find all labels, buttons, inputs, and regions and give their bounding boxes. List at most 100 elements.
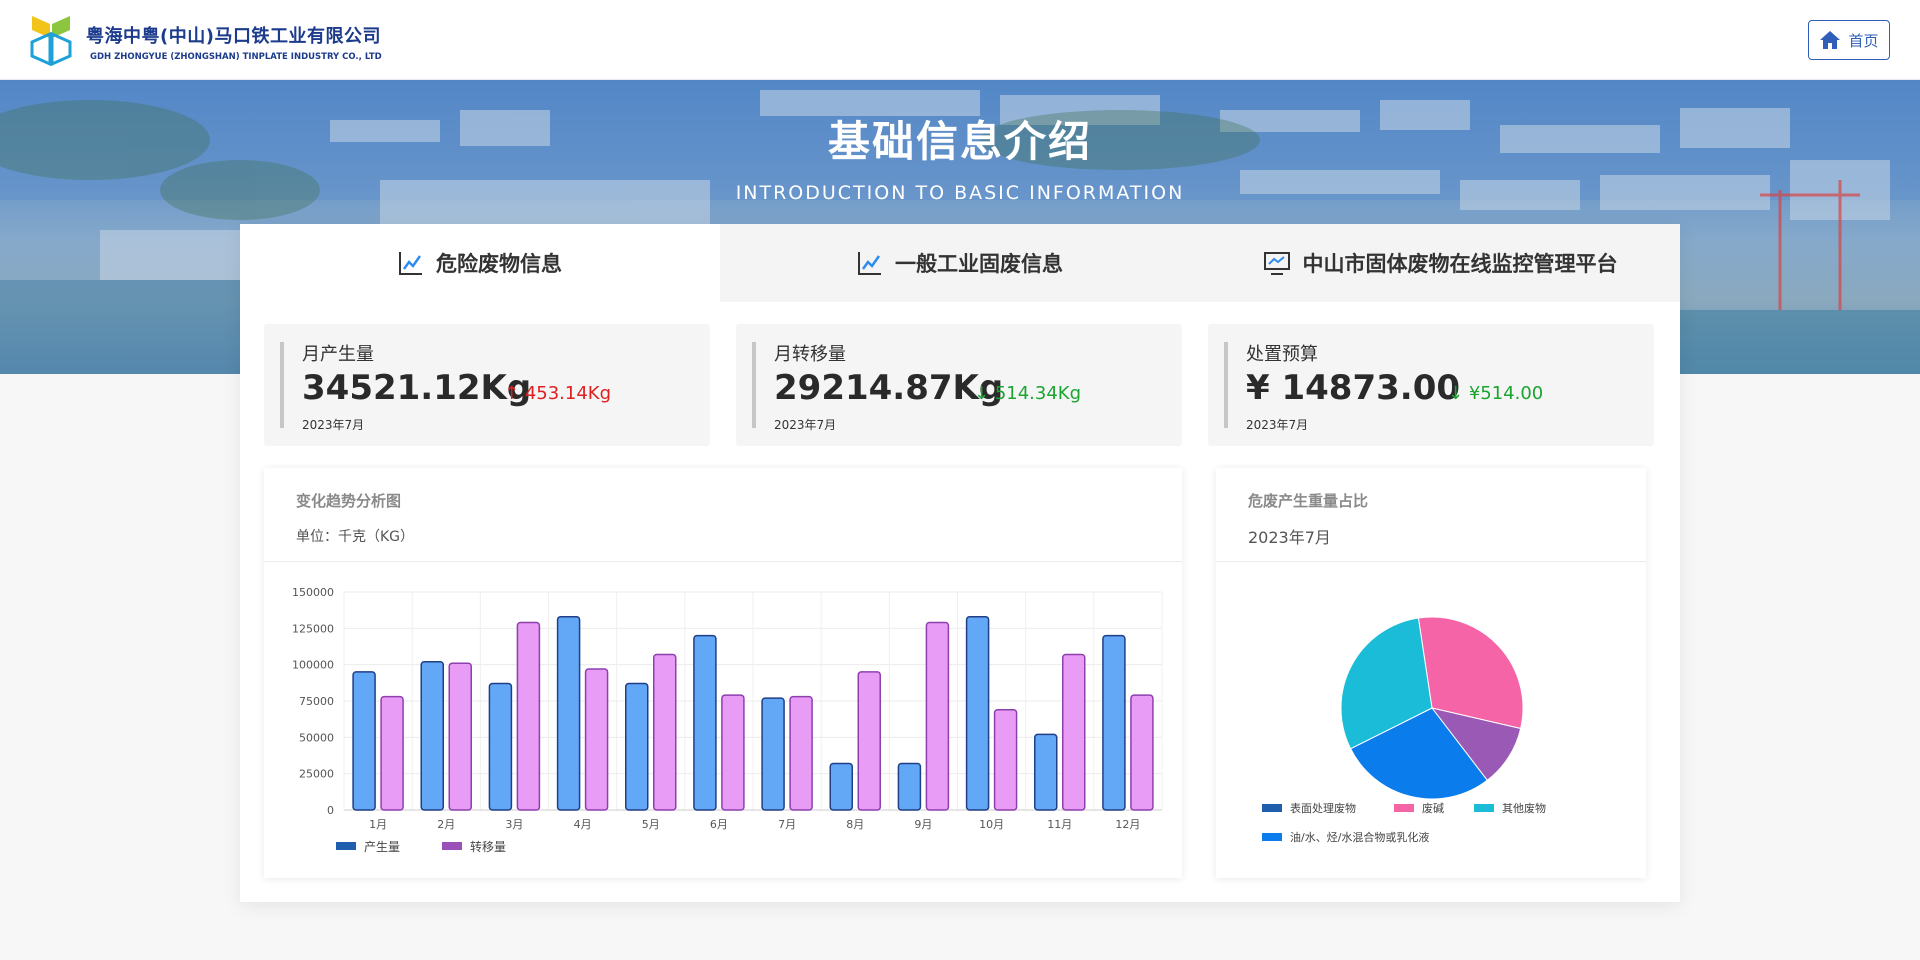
stat-value: 34521.12Kg [302, 368, 532, 408]
waste-share-pie-chart: 表面处理废物 废碱 其他废物油/水、烃/水混合物或乳化液 [1262, 616, 1546, 844]
x-tick-label: 9月 [914, 818, 932, 831]
x-tick-label: 1月 [369, 818, 387, 831]
home-icon [1820, 31, 1841, 49]
bar-generation[interactable] [897, 762, 922, 811]
trend-chart-panel: 变化趋势分析图 单位：千克（KG） 0 25000 50000 75000 100000… [264, 468, 1182, 878]
legend-swatch[interactable] [1474, 804, 1494, 812]
bar-transfer[interactable] [993, 708, 1018, 811]
bar-generation[interactable] [829, 762, 853, 811]
y-tick-label: 125000 [292, 622, 334, 635]
trend-chart-title: 变化趋势分析图 [296, 492, 402, 510]
bar-generation[interactable] [1102, 634, 1126, 811]
company-name-en: GDH ZHONGYUE (ZHONGSHAN) TINPLATE INDUST… [90, 52, 382, 62]
bar-generation[interactable] [488, 682, 513, 811]
trend-panel-header: 变化趋势分析图 单位：千克（KG） [264, 468, 1182, 562]
tab-label: 一般工业固废信息 [895, 252, 1063, 276]
stat-date: 2023年7月 [302, 418, 365, 432]
pie-chart-panel: 危废产生重量占比 2023年7月 表面处理废物 废碱 其他废物 油/水、烃/水混合物或… [1216, 468, 1646, 878]
company-logo-icon [30, 16, 72, 66]
legend-label[interactable]: 其他废物 [1502, 801, 1546, 815]
bar-generation[interactable] [761, 697, 785, 811]
bar-generation[interactable] [965, 615, 990, 811]
x-tick-label: 8月 [846, 818, 864, 831]
y-tick-label: 25000 [299, 768, 334, 781]
bar-transfer[interactable] [516, 621, 541, 811]
stat-date: 2023年7月 [774, 418, 837, 432]
arrow-up-icon: ↑ [504, 383, 520, 404]
hero-title: 基础信息介绍 [827, 117, 1092, 166]
pie-chart-date: 2023年7月 [1248, 528, 1331, 547]
bar-generation[interactable] [693, 634, 717, 811]
home-button[interactable]: 首页 [1808, 20, 1890, 60]
line-chart-icon [399, 252, 422, 275]
stat-change-value: 514.34Kg [994, 383, 1082, 404]
x-tick-label: 12月 [1115, 818, 1140, 831]
stat-value: ¥ 14873.00 [1246, 368, 1461, 408]
line-chart-icon [858, 252, 881, 275]
trend-chart-unit: 单位：千克（KG） [296, 529, 415, 545]
tab-bar: 危险废物信息 一般工业固废信息 中山市固体废物在线监控管理平台 [240, 224, 1680, 302]
x-tick-label: 3月 [505, 818, 523, 831]
monitor-icon [1263, 252, 1290, 275]
bar-generation[interactable] [625, 682, 649, 811]
x-tick-label: 6月 [710, 818, 728, 831]
stat-card-monthly-generation: 月产生量 34521.12Kg ↑ 453.14Kg 2023年7月 [264, 324, 710, 446]
top-bar: 粤海中粤(中山)马口铁工业有限公司 GDH ZHONGYUE (ZHONGSHA… [0, 0, 1920, 80]
stat-date: 2023年7月 [1246, 418, 1309, 432]
stat-change: ↑ 453.14Kg [504, 383, 611, 404]
bar-transfer[interactable] [857, 671, 881, 811]
stat-accent-bar [280, 342, 284, 428]
bar-generation[interactable] [420, 661, 444, 811]
x-tick-label: 2月 [437, 818, 455, 831]
home-button-label: 首页 [1848, 31, 1879, 50]
main-card: 危险废物信息 一般工业固废信息 中山市固体废物在线监控管理平台 月产生量 345… [240, 224, 1680, 902]
legend-label[interactable]: 转移量 [470, 839, 506, 854]
bar-transfer[interactable] [380, 695, 404, 811]
legend-swatch[interactable] [1394, 804, 1414, 812]
tab-general-industrial-waste[interactable]: 一般工业固废信息 [720, 224, 1200, 302]
bar-transfer[interactable] [789, 695, 813, 811]
y-tick-label: 100000 [292, 659, 334, 672]
x-tick-label: 5月 [642, 818, 660, 831]
legend-swatch[interactable] [442, 842, 462, 850]
stat-change-value: 453.14Kg [524, 383, 612, 404]
y-tick-label: 0 [327, 804, 334, 817]
tab-label: 危险废物信息 [436, 252, 562, 276]
stat-change: ↓ 514.34Kg [974, 383, 1081, 404]
tab-monitoring-platform[interactable]: 中山市固体废物在线监控管理平台 [1200, 224, 1680, 302]
bar-transfer[interactable] [925, 621, 950, 811]
legend-swatch[interactable] [336, 842, 356, 850]
bar-generation[interactable] [556, 615, 581, 811]
y-tick-label: 150000 [292, 586, 334, 599]
legend-label[interactable]: 废碱 [1422, 801, 1444, 815]
legend-label[interactable]: 产生量 [364, 840, 400, 854]
stat-label: 月转移量 [774, 344, 846, 365]
bar-generation[interactable] [352, 671, 376, 811]
stat-accent-bar [1224, 342, 1228, 428]
company-name-cn: 粤海中粤(中山)马口铁工业有限公司 [86, 26, 381, 47]
x-tick-label: 4月 [574, 818, 592, 831]
bar-transfer[interactable] [721, 694, 745, 811]
bar-transfer[interactable] [1062, 653, 1086, 811]
bar-generation[interactable] [1034, 733, 1058, 811]
stat-label: 处置预算 [1246, 344, 1318, 365]
y-tick-label: 75000 [299, 695, 334, 708]
stat-accent-bar [752, 342, 756, 428]
bar-transfer[interactable] [448, 662, 472, 811]
tab-hazardous-waste[interactable]: 危险废物信息 [240, 224, 720, 302]
hero-subtitle: INTRODUCTION TO BASIC INFORMATION [735, 182, 1185, 204]
legend-label[interactable]: 油/水、烃/水混合物或乳化液 [1290, 830, 1429, 844]
trend-bar-chart: 0 25000 50000 75000 100000 125000 150000 1月 2月 3月… [292, 586, 1163, 854]
tab-label: 中山市固体废物在线监控管理平台 [1302, 252, 1618, 276]
stat-card-monthly-transfer: 月转移量 29214.87Kg ↓ 514.34Kg 2023年7月 [736, 324, 1182, 446]
arrow-down-icon: ↓ [1448, 383, 1464, 404]
bar-transfer[interactable] [1130, 694, 1154, 811]
bar-transfer[interactable] [653, 653, 677, 811]
legend-swatch[interactable] [1262, 833, 1282, 841]
arrow-down-icon: ↓ [974, 383, 990, 404]
x-tick-label: 7月 [778, 818, 796, 831]
bar-transfer[interactable] [584, 668, 609, 811]
legend-label[interactable]: 表面处理废物 [1290, 801, 1356, 815]
legend-swatch[interactable] [1262, 804, 1282, 812]
company-name: 粤海中粤(中山)马口铁工业有限公司 GDH ZHONGYUE (ZHONGSHA… [86, 22, 382, 62]
